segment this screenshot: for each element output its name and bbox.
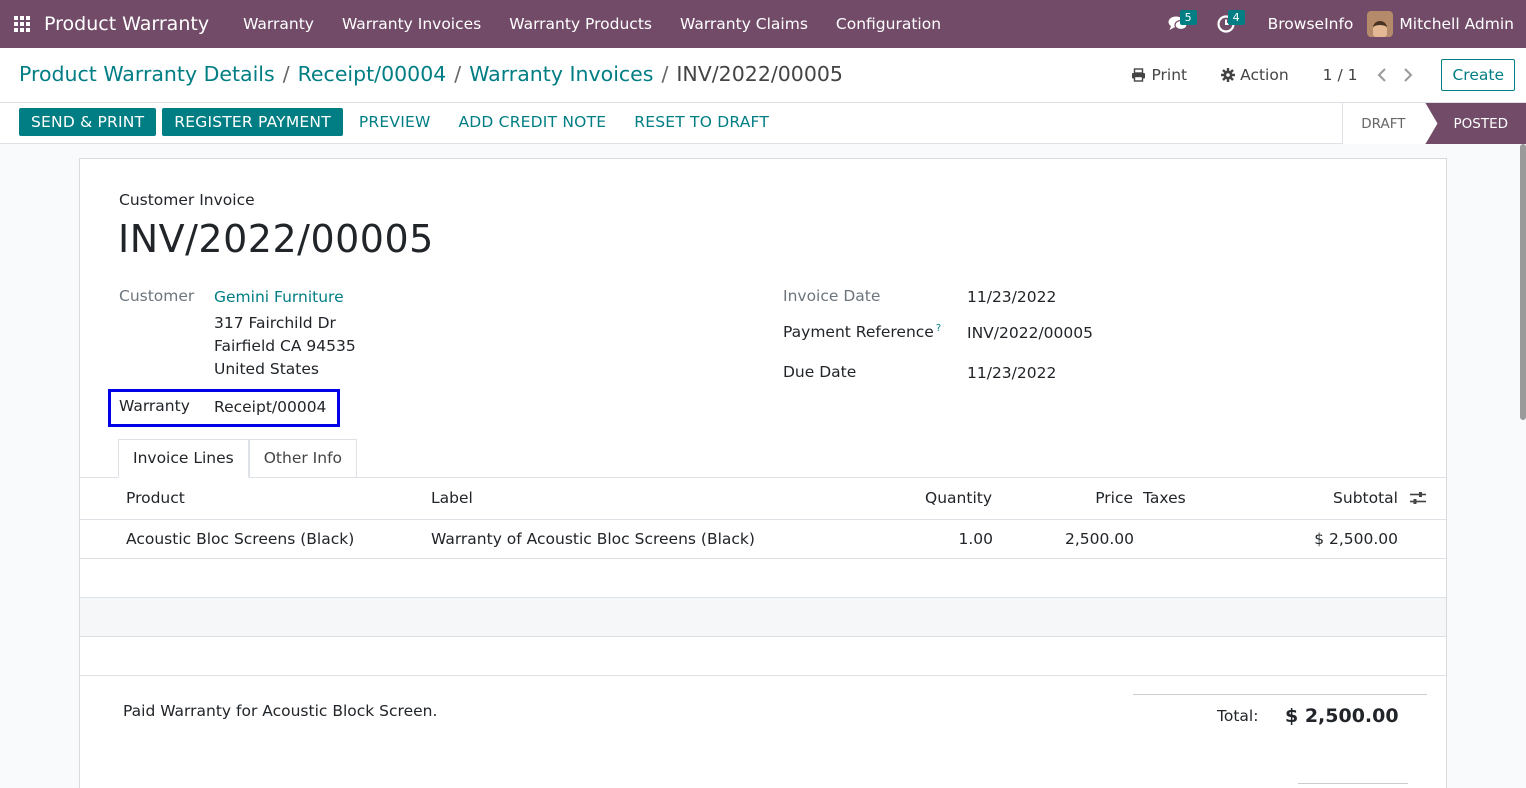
activities-button[interactable]: 4: [1206, 0, 1246, 48]
menu-warranty-claims[interactable]: Warranty Claims: [680, 15, 808, 33]
preview-button[interactable]: PREVIEW: [349, 108, 441, 136]
empty-table-row: [80, 637, 1446, 676]
warranty-label: Warranty: [119, 397, 190, 415]
messages-badge: 5: [1179, 10, 1197, 25]
notebook-tabs: Invoice Lines Other Info: [118, 439, 358, 478]
line-label: Warranty of Acoustic Bloc Screens (Black…: [431, 530, 755, 548]
menu-warranty-products[interactable]: Warranty Products: [509, 15, 652, 33]
column-header-quantity[interactable]: Quantity: [925, 489, 992, 507]
totals-divider: [1133, 694, 1427, 695]
breadcrumb-separator: /: [454, 62, 462, 86]
state-pipeline: DRAFT POSTED: [1342, 103, 1526, 144]
menu-configuration[interactable]: Configuration: [836, 15, 941, 33]
create-button[interactable]: Create: [1441, 59, 1515, 91]
register-payment-button[interactable]: REGISTER PAYMENT: [162, 108, 343, 136]
column-header-product[interactable]: Product: [126, 489, 185, 507]
payment-reference-label-text: Payment Reference: [783, 323, 934, 341]
column-header-subtotal[interactable]: Subtotal: [1333, 489, 1398, 507]
pager-next-button[interactable]: [1395, 68, 1421, 82]
customer-link[interactable]: Gemini Furniture: [214, 288, 344, 306]
pager-previous-button[interactable]: [1369, 68, 1395, 82]
column-header-label[interactable]: Label: [431, 489, 473, 507]
control-panel: Product Warranty Details / Receipt/00004…: [0, 48, 1526, 102]
menu-warranty[interactable]: Warranty: [243, 15, 314, 33]
breadcrumb-warranty-invoices[interactable]: Warranty Invoices: [469, 62, 653, 86]
invoice-lines-table: Product Label Quantity Price Taxes Subto…: [80, 478, 1446, 676]
invoice-form-sheet: Customer Invoice INV/2022/00005 Customer…: [79, 158, 1447, 788]
optional-columns-toggle[interactable]: [1410, 491, 1426, 509]
messages-button[interactable]: 5: [1158, 0, 1198, 48]
print-label: Print: [1151, 66, 1188, 84]
column-header-price[interactable]: Price: [1095, 489, 1133, 507]
totals-bottom-divider: [1298, 783, 1408, 784]
breadcrumb-receipt[interactable]: Receipt/00004: [298, 62, 447, 86]
page-scrollbar[interactable]: [1520, 144, 1526, 788]
add-credit-note-button[interactable]: ADD CREDIT NOTE: [448, 108, 616, 136]
payment-reference-label: Payment Reference?: [783, 323, 941, 341]
breadcrumb-separator: /: [282, 62, 290, 86]
line-subtotal: $ 2,500.00: [1314, 530, 1398, 548]
chevron-left-icon: [1378, 68, 1387, 82]
column-header-taxes[interactable]: Taxes: [1143, 489, 1186, 507]
due-date-label: Due Date: [783, 363, 857, 381]
terms-notes[interactable]: Paid Warranty for Acoustic Block Screen.: [123, 702, 437, 720]
send-print-button[interactable]: SEND & PRINT: [19, 108, 157, 136]
empty-table-row: [80, 559, 1446, 598]
tab-invoice-lines[interactable]: Invoice Lines: [118, 439, 249, 478]
chevron-right-icon: [1404, 68, 1413, 82]
print-button[interactable]: Print: [1131, 66, 1187, 84]
activities-badge: 4: [1227, 10, 1245, 25]
top-navbar: Product Warranty Warranty Warranty Invoi…: [0, 0, 1526, 48]
total-label: Total:: [1217, 707, 1259, 725]
state-posted[interactable]: POSTED: [1425, 103, 1526, 144]
state-draft[interactable]: DRAFT: [1342, 103, 1426, 144]
scrollbar-thumb[interactable]: [1520, 144, 1526, 420]
customer-label: Customer: [119, 287, 195, 305]
line-quantity: 1.00: [958, 530, 993, 548]
address-line-3: United States: [214, 360, 319, 378]
breadcrumb: Product Warranty Details / Receipt/00004…: [19, 62, 843, 86]
app-brand[interactable]: Product Warranty: [44, 13, 209, 35]
empty-table-row: [80, 598, 1446, 637]
invoice-date-label: Invoice Date: [783, 287, 881, 305]
menu-warranty-invoices[interactable]: Warranty Invoices: [342, 15, 481, 33]
printer-icon: [1132, 68, 1146, 82]
apps-menu-icon[interactable]: [0, 0, 44, 48]
address-line-1: 317 Fairchild Dr: [214, 314, 336, 332]
sliders-icon: [1410, 492, 1426, 504]
pager-value[interactable]: 1 / 1: [1323, 66, 1358, 84]
tab-other-info[interactable]: Other Info: [248, 439, 358, 478]
document-type: Customer Invoice: [119, 191, 255, 209]
reset-to-draft-button[interactable]: RESET TO DRAFT: [624, 108, 779, 136]
total-amount: $ 2,500.00: [1285, 705, 1399, 727]
table-header-row: Product Label Quantity Price Taxes Subto…: [80, 478, 1446, 520]
breadcrumb-separator: /: [661, 62, 669, 86]
status-bar: SEND & PRINT REGISTER PAYMENT PREVIEW AD…: [0, 102, 1526, 144]
breadcrumb-current: INV/2022/00005: [676, 62, 843, 86]
invoice-date-field[interactable]: 11/23/2022: [967, 288, 1056, 306]
help-tooltip-icon[interactable]: ?: [936, 323, 941, 334]
warranty-field[interactable]: Receipt/00004: [214, 398, 326, 416]
line-product: Acoustic Bloc Screens (Black): [126, 530, 355, 548]
invoice-number: INV/2022/00005: [118, 217, 434, 261]
address-line-2: Fairfield CA 94535: [214, 337, 356, 355]
payment-reference-field[interactable]: INV/2022/00005: [967, 324, 1093, 342]
gear-icon: [1221, 68, 1236, 82]
company-switcher[interactable]: BrowseInfo: [1268, 15, 1354, 33]
action-label: Action: [1240, 66, 1289, 84]
breadcrumb-warranty-details[interactable]: Product Warranty Details: [19, 62, 275, 86]
action-button[interactable]: Action: [1221, 66, 1289, 84]
table-row[interactable]: Acoustic Bloc Screens (Black) Warranty o…: [80, 520, 1446, 559]
line-price: 2,500.00: [1064, 530, 1134, 548]
user-avatar[interactable]: [1367, 11, 1394, 37]
user-menu[interactable]: Mitchell Admin: [1399, 15, 1514, 33]
due-date-field[interactable]: 11/23/2022: [967, 364, 1056, 382]
